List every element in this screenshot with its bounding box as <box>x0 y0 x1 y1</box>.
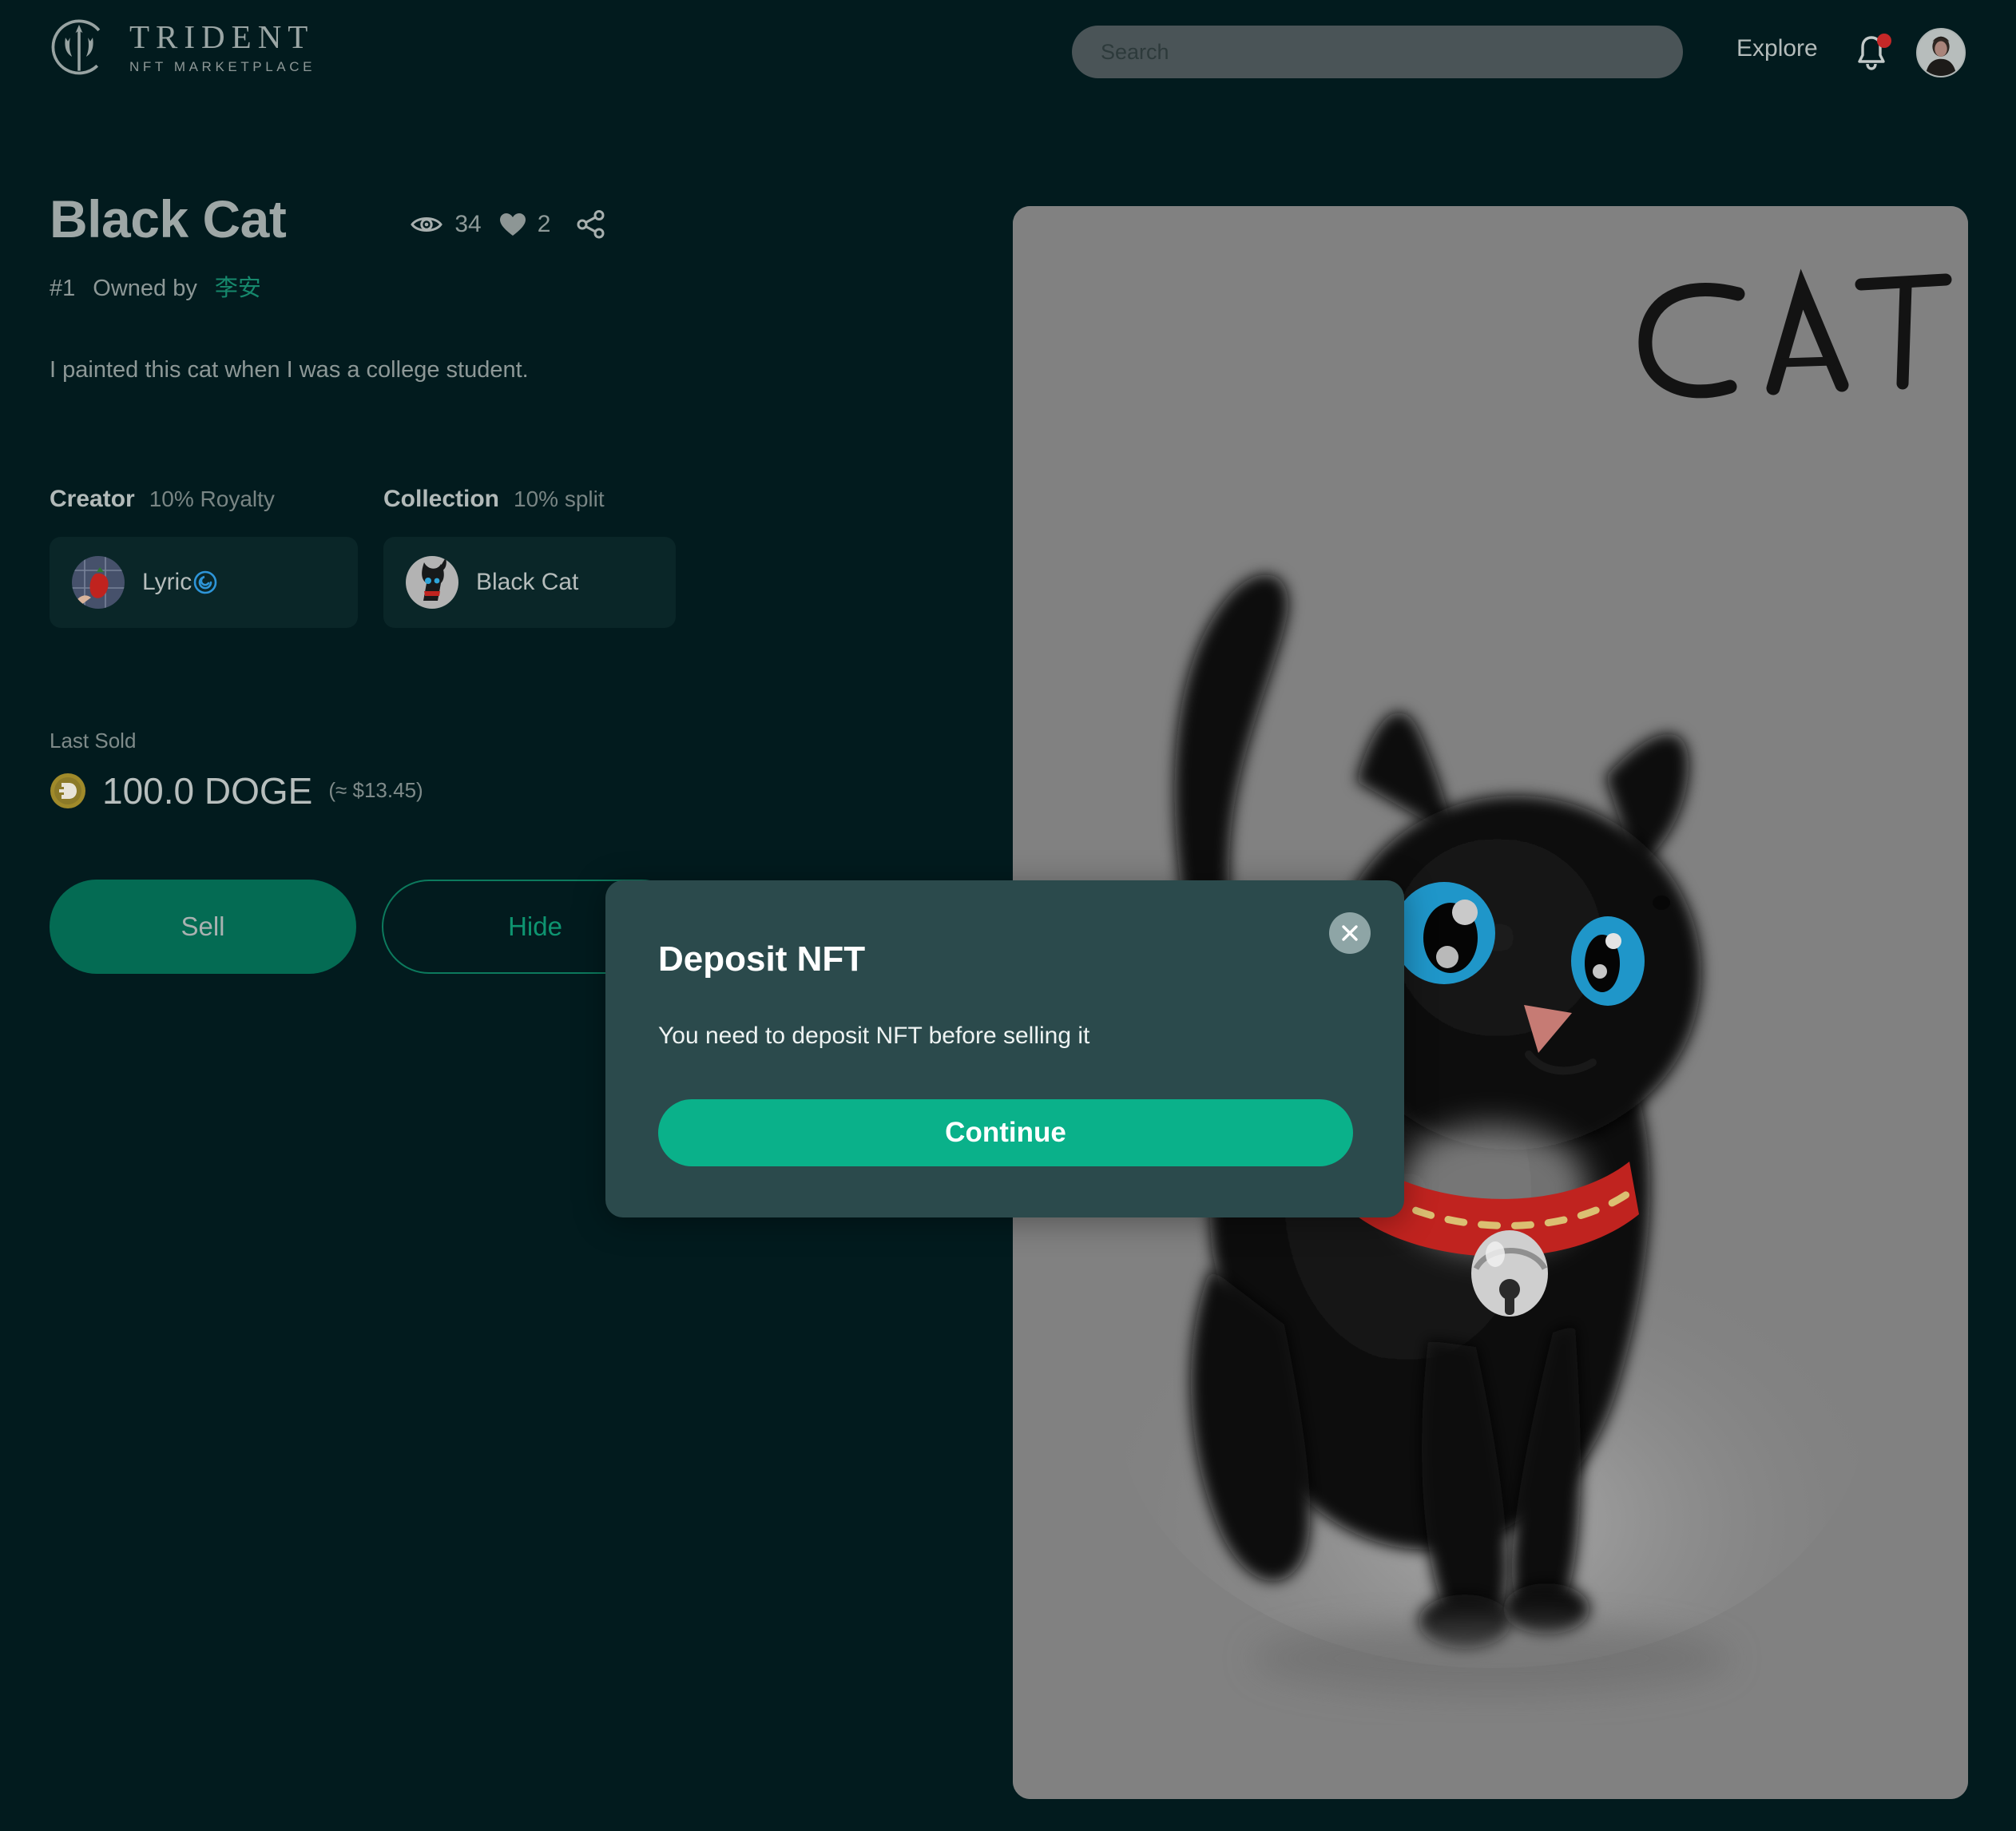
close-button[interactable] <box>1329 912 1371 954</box>
page-title: Black Cat <box>50 189 287 248</box>
dialog-message: You need to deposit NFT before selling i… <box>658 1023 1090 1049</box>
brand-logo[interactable]: TRIDENT NFT MARKETPLACE <box>50 18 315 77</box>
last-sold-amount: 100.0 DOGE <box>102 769 313 812</box>
sell-button[interactable]: Sell <box>50 879 356 974</box>
nft-detail-page: TRIDENT NFT MARKETPLACE Explore <box>0 0 2016 1831</box>
nft-stats: 34 2 <box>410 210 606 239</box>
owned-by-label: Owned by <box>93 275 197 301</box>
collection-label: Collection <box>383 485 500 512</box>
nft-meta-row: #1 Owned by 李安 <box>50 269 976 303</box>
collection-avatar <box>406 555 458 609</box>
attribution-headers: Creator 10% Royalty Collection 10% split <box>50 486 976 513</box>
collection-split: 10% split <box>514 486 605 511</box>
collection-name-wrap: Black Cat <box>476 569 578 596</box>
search-input[interactable] <box>1072 26 1683 78</box>
views-count: 34 <box>454 211 482 238</box>
creator-avatar <box>72 555 125 609</box>
share-icon[interactable] <box>576 210 606 239</box>
creator-avatar-image <box>72 555 125 609</box>
creator-card[interactable]: Lyric <box>50 536 358 628</box>
explore-link[interactable]: Explore <box>1736 35 1818 62</box>
continue-button[interactable]: Continue <box>658 1099 1353 1166</box>
dialog-title: Deposit NFT <box>658 939 866 979</box>
brand-title: TRIDENT <box>129 18 315 55</box>
creator-name: Lyric <box>142 568 192 595</box>
last-sold-price-row: 100.0 DOGE (≈ $13.45) <box>50 769 976 812</box>
trident-logo-icon <box>51 19 107 75</box>
last-sold-usd: (≈ $13.45) <box>328 778 423 803</box>
heart-icon <box>499 212 526 236</box>
dogecoin-icon <box>50 773 85 808</box>
views-stat: 34 <box>410 211 482 238</box>
creator-royalty: 10% Royalty <box>149 486 275 511</box>
title-row: Black Cat 34 2 <box>50 190 976 248</box>
close-icon <box>1342 925 1358 941</box>
search-field-wrapper <box>1072 26 1683 78</box>
brand-subtitle: NFT MARKETPLACE <box>129 59 316 74</box>
creator-name-wrap: Lyric <box>142 569 217 596</box>
attribution-cards: Lyric Black Cat <box>50 536 976 628</box>
nft-description: I painted this cat when I was a college … <box>50 356 529 383</box>
creator-label: Creator <box>50 485 135 512</box>
eye-icon <box>411 217 443 232</box>
collection-header: Collection 10% split <box>383 486 605 513</box>
owner-link[interactable]: 李安 <box>215 269 261 303</box>
notification-badge-dot <box>1877 34 1891 48</box>
avatar[interactable] <box>1916 28 1966 77</box>
notification-bell-button[interactable] <box>1853 34 1891 72</box>
top-navigation-bar: TRIDENT NFT MARKETPLACE Explore <box>0 0 2016 104</box>
last-sold-label: Last Sold <box>50 728 137 753</box>
likes-stat[interactable]: 2 <box>499 211 551 238</box>
likes-count: 2 <box>537 211 551 238</box>
user-avatar-image <box>1918 30 1964 76</box>
creator-header: Creator 10% Royalty <box>50 486 383 513</box>
edition-number: #1 <box>50 275 76 301</box>
collection-card[interactable]: Black Cat <box>383 536 676 628</box>
verified-badge-icon <box>193 570 217 594</box>
collection-avatar-image <box>406 555 458 609</box>
collection-name: Black Cat <box>476 568 579 595</box>
nft-info-column: Black Cat 34 2 #1 Owned by 李安 I painted … <box>50 190 976 974</box>
deposit-nft-dialog: Deposit NFT You need to deposit NFT befo… <box>605 880 1404 1217</box>
